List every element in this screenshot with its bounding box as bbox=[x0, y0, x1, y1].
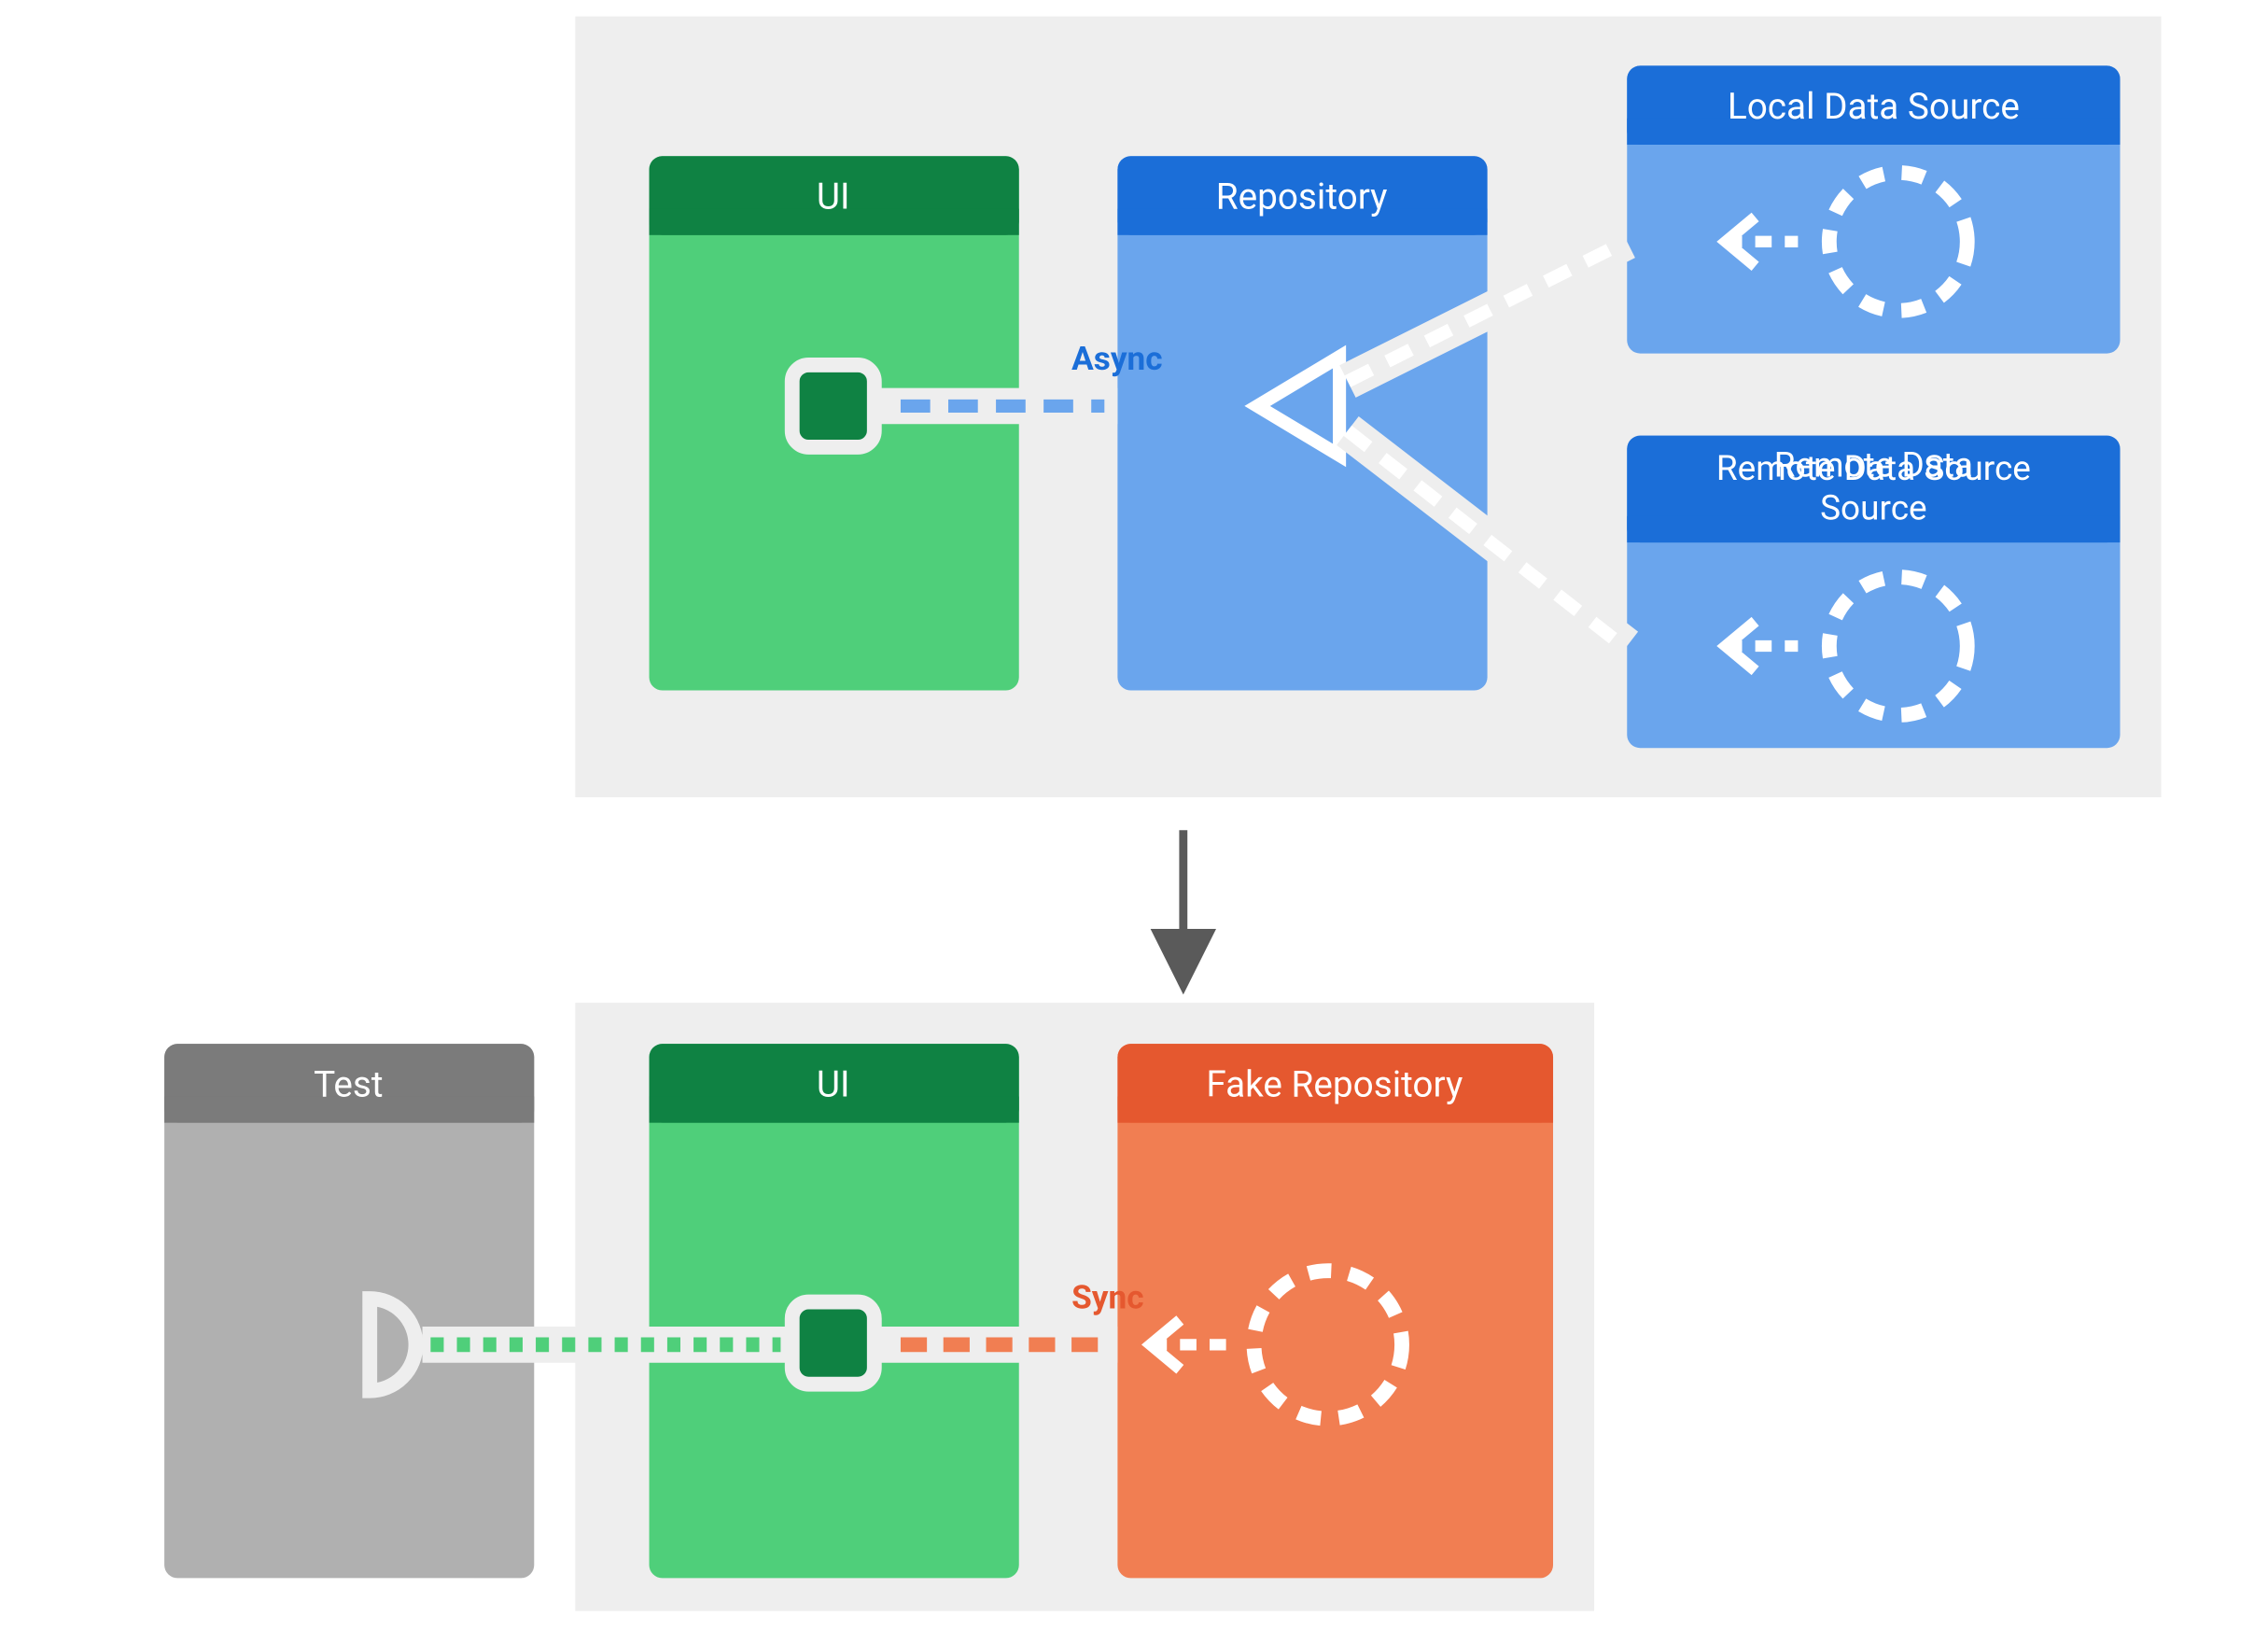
svg-text:Source: Source bbox=[1820, 488, 1927, 528]
remote-data-source-box: Remote Data Source Remote Data Source bbox=[1627, 436, 2120, 749]
local-data-source-label: Local Data Source bbox=[1728, 86, 2020, 128]
ui-box-bottom: UI bbox=[650, 1044, 1019, 1578]
sync-label: Sync bbox=[1071, 1278, 1143, 1317]
test-label: Test bbox=[314, 1063, 383, 1105]
fake-repository-label: Fake Repository bbox=[1206, 1063, 1463, 1105]
local-data-source-box: Local Data Source bbox=[1627, 65, 2120, 353]
ui-label-bottom: UI bbox=[817, 1063, 850, 1105]
architecture-diagram: UI Repository Local Data Source Remote D… bbox=[0, 0, 2268, 1644]
test-box: Test bbox=[164, 1044, 534, 1578]
repository-label: Repository bbox=[1216, 176, 1388, 218]
fake-repository-box: Fake Repository bbox=[1117, 1044, 1553, 1578]
async-label: Async bbox=[1071, 339, 1163, 378]
ui-label-top: UI bbox=[817, 176, 850, 218]
svg-text:Remote Data: Remote Data bbox=[1774, 446, 1973, 486]
repository-box: Repository bbox=[1117, 156, 1487, 690]
